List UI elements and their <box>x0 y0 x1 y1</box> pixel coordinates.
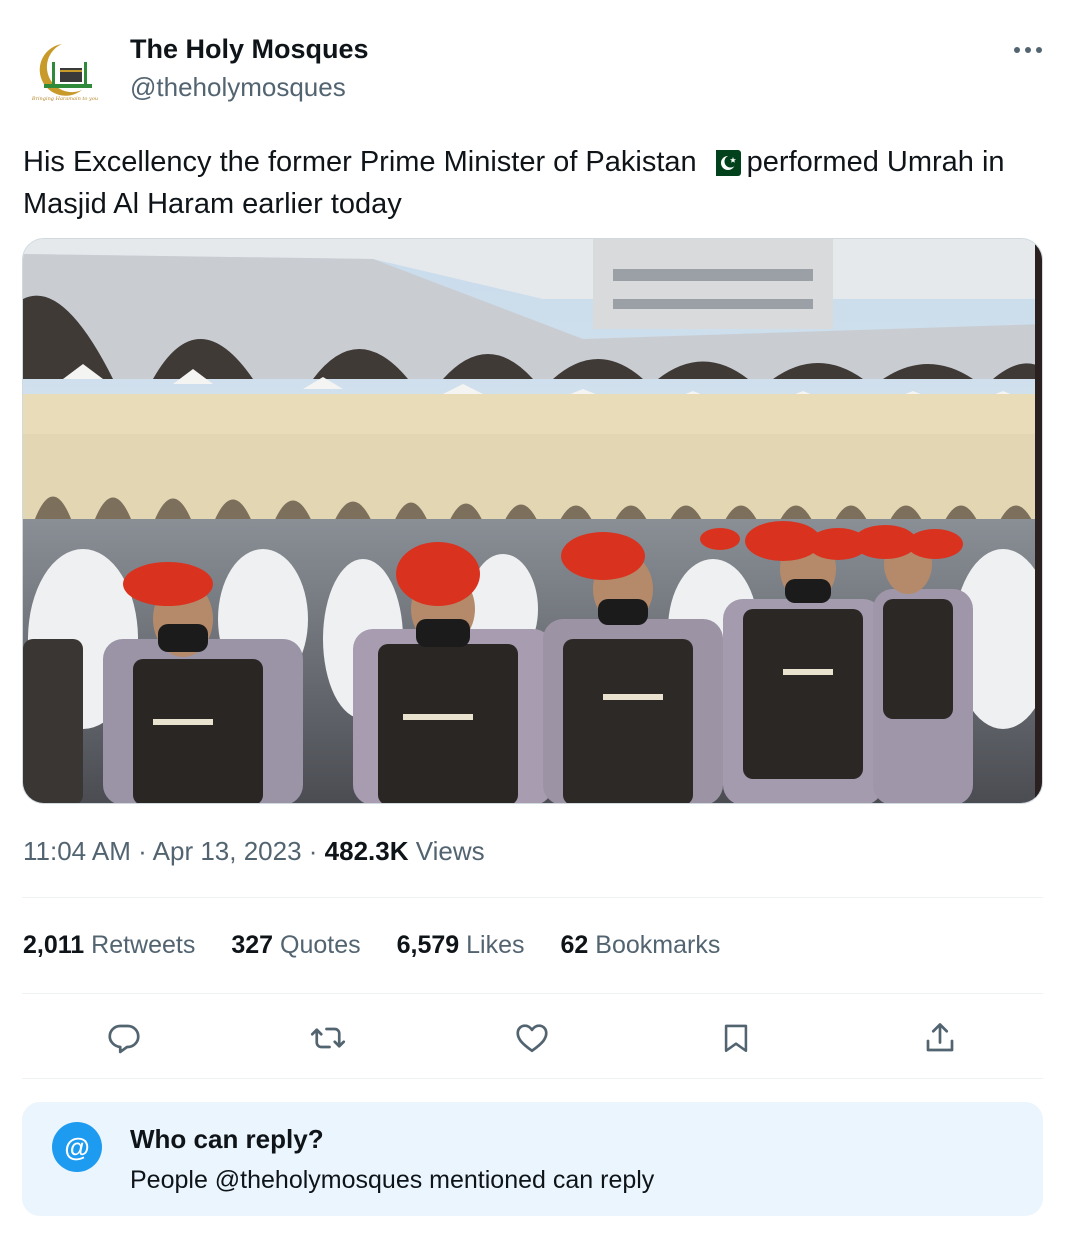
divider <box>22 897 1043 898</box>
share-button[interactable] <box>916 1014 964 1062</box>
meta-separator: · <box>138 836 147 866</box>
engagement-stats: 2,011 Retweets 327 Quotes 6,579 Likes 62… <box>23 931 756 960</box>
author-handle[interactable]: @theholymosques <box>130 72 346 103</box>
author-display-name[interactable]: The Holy Mosques <box>130 34 369 65</box>
avatar-tagline: Bringing Haramain to you <box>31 96 98 102</box>
who-can-reply-subtitle: People @theholymosques mentioned can rep… <box>130 1166 655 1194</box>
divider <box>22 1078 1043 1079</box>
who-can-reply-box: @ Who can reply? People @theholymosques … <box>22 1102 1043 1216</box>
reply-button[interactable] <box>100 1014 148 1062</box>
bookmarks-stat[interactable]: 62 Bookmarks <box>561 931 721 960</box>
more-options-button[interactable] <box>1008 30 1048 70</box>
tweet-text-part1: His Excellency the former Prime Minister… <box>23 146 697 178</box>
likes-stat[interactable]: 6,579 Likes <box>397 931 525 960</box>
views-count: 482.3K <box>324 836 409 866</box>
author-avatar[interactable]: Bringing Haramain to you <box>22 32 108 118</box>
retweet-icon <box>310 1027 346 1049</box>
tweet-date[interactable]: Apr 13, 2023 <box>153 836 302 866</box>
views-label: Views <box>415 836 485 866</box>
ellipsis-icon <box>1014 47 1042 53</box>
tweet-metadata: 11:04 AM · Apr 13, 2023 · 482.3K Views <box>23 836 485 867</box>
pakistan-flag-icon <box>706 149 741 186</box>
retweet-button[interactable] <box>304 1014 352 1062</box>
like-icon <box>516 1024 548 1053</box>
who-can-reply-title: Who can reply? <box>130 1124 324 1154</box>
share-icon <box>926 1023 954 1052</box>
quotes-stat[interactable]: 327 Quotes <box>231 931 360 960</box>
retweets-stat[interactable]: 2,011 Retweets <box>23 931 195 960</box>
bookmark-icon <box>724 1024 748 1053</box>
tweet-time[interactable]: 11:04 AM <box>23 836 131 866</box>
divider <box>22 993 1043 994</box>
bookmark-button[interactable] <box>712 1014 760 1062</box>
tweet-media-image[interactable] <box>22 238 1043 804</box>
reply-icon <box>108 1024 140 1054</box>
meta-separator: · <box>308 836 318 866</box>
at-sign-icon: @ <box>52 1122 102 1172</box>
tweet-text: His Excellency the former Prime Minister… <box>23 144 1023 223</box>
crescent-logo-icon: Bringing Haramain to you <box>22 32 108 118</box>
like-button[interactable] <box>508 1014 556 1062</box>
masjid-al-haram-photo <box>23 239 1042 803</box>
